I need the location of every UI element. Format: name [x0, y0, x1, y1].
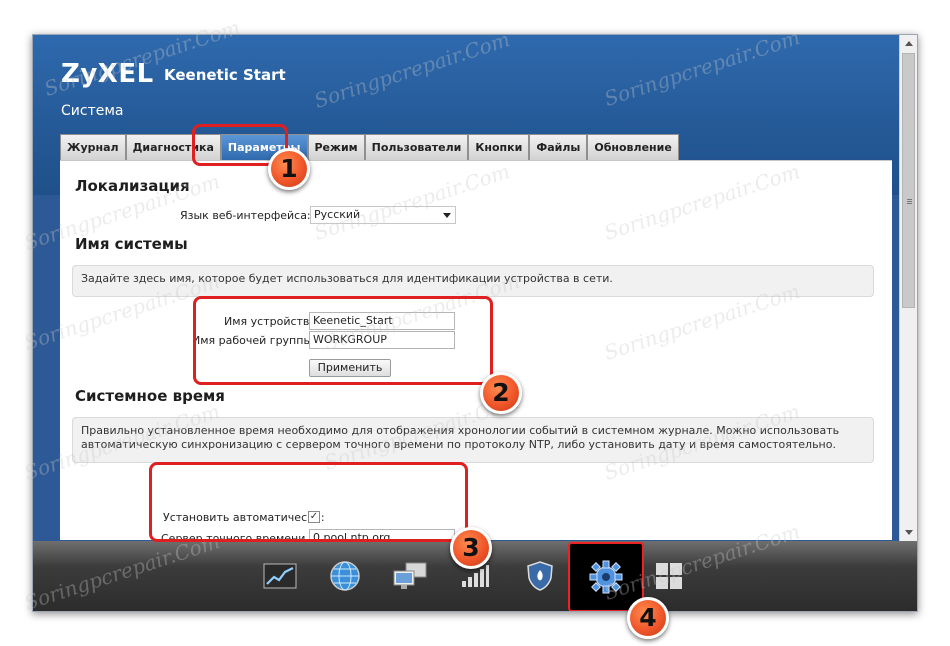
highlight-3 [149, 462, 468, 542]
tab-update[interactable]: Обновление [587, 134, 679, 160]
tab-files[interactable]: Файлы [529, 134, 588, 160]
model-name: Keenetic Start [164, 66, 286, 84]
highlight-2 [193, 296, 493, 385]
system-time-note: Правильно установленное время необходимо… [72, 417, 874, 463]
scroll-thumb[interactable] [902, 53, 915, 308]
tab-users[interactable]: Пользователи [364, 134, 469, 160]
step-badge-3: 3 [450, 527, 492, 569]
tab-bar: Журнал Диагностика Параметры Режим Польз… [60, 134, 679, 160]
scroll-down-icon[interactable] [905, 530, 913, 535]
language-label: Язык веб-интерфейса: [180, 209, 311, 222]
scroll-up-icon[interactable] [905, 41, 913, 46]
network-icon[interactable] [381, 547, 439, 605]
gear-icon[interactable] [568, 542, 644, 611]
step-badge-4: 4 [627, 597, 669, 639]
tab-mode[interactable]: Режим [307, 134, 365, 160]
globe-icon[interactable] [316, 547, 374, 605]
system-name-heading: Имя системы [75, 235, 188, 253]
step-badge-1: 1 [268, 148, 310, 190]
system-time-heading: Системное время [75, 387, 225, 405]
scrollbar[interactable] [899, 35, 917, 541]
chevron-down-icon [443, 213, 451, 218]
tab-log[interactable]: Журнал [60, 134, 126, 160]
tab-buttons[interactable]: Кнопки [468, 134, 530, 160]
chart-icon[interactable] [251, 547, 309, 605]
localization-heading: Локализация [75, 177, 190, 195]
system-name-note: Задайте здесь имя, которое будет использ… [72, 265, 874, 297]
language-value: Русский [314, 208, 361, 221]
step-badge-2: 2 [480, 372, 522, 414]
shield-icon[interactable] [511, 547, 569, 605]
language-select[interactable]: Русский [310, 206, 456, 224]
zyxel-logo: ZyXEL [61, 59, 154, 89]
page-title: Система [61, 103, 124, 119]
